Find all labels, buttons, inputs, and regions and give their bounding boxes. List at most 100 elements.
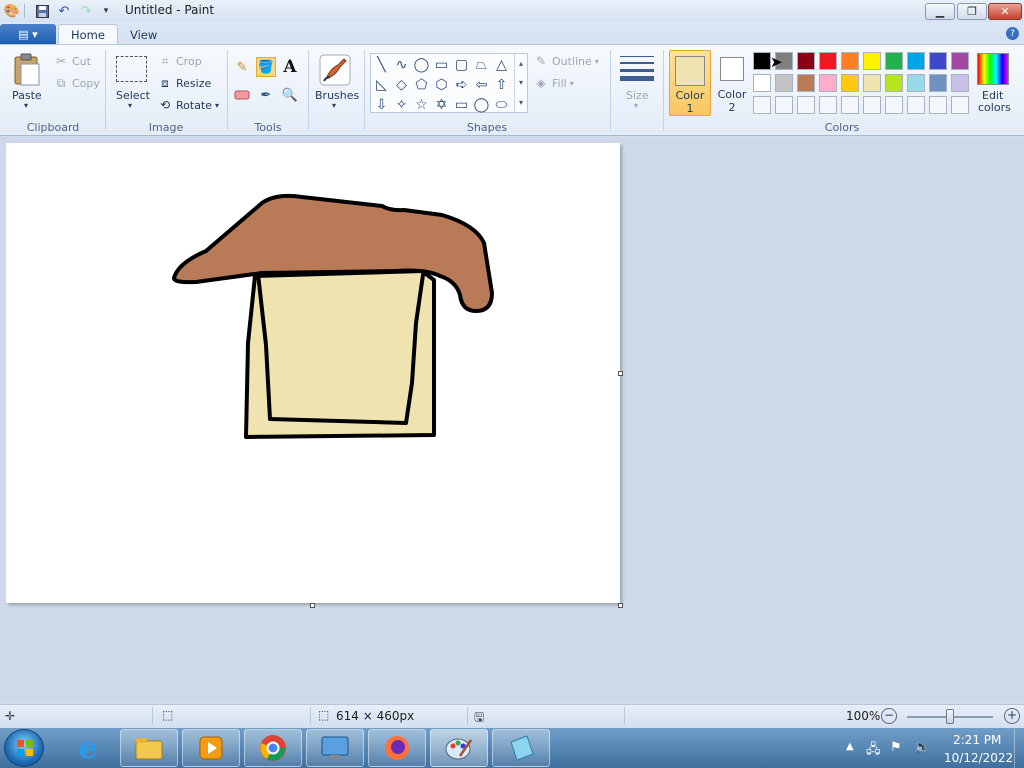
- color-swatch[interactable]: [819, 96, 837, 114]
- size-icon[interactable]: [620, 54, 654, 84]
- shape-option[interactable]: ▭: [433, 56, 450, 73]
- tab-home[interactable]: Home: [58, 24, 118, 45]
- color1-button[interactable]: Color 1: [669, 50, 711, 116]
- taskbar-media-player[interactable]: [182, 729, 240, 767]
- expand-icon[interactable]: ▾: [519, 98, 523, 107]
- close-button[interactable]: ✕: [988, 3, 1022, 20]
- shapes-scroll[interactable]: ▴ ▾ ▾: [514, 54, 527, 112]
- color-swatch[interactable]: [797, 52, 815, 70]
- resize-button[interactable]: ⧈ Resize: [158, 76, 211, 90]
- shape-option[interactable]: ╲: [373, 56, 390, 73]
- taskbar-paint[interactable]: [430, 729, 488, 767]
- zoom-in-button[interactable]: +: [1004, 708, 1020, 724]
- color-swatch[interactable]: [951, 96, 969, 114]
- pencil-icon[interactable]: ✎: [232, 57, 252, 77]
- outline-button[interactable]: ✎ Outline ▾: [534, 54, 599, 68]
- volume-icon[interactable]: 🔈: [914, 740, 930, 755]
- color-swatch[interactable]: [885, 52, 903, 70]
- redo-icon[interactable]: ↷: [78, 3, 94, 19]
- color-swatch[interactable]: [775, 96, 793, 114]
- shape-option[interactable]: ⬠: [413, 76, 430, 93]
- color-swatch[interactable]: [841, 74, 859, 92]
- shape-option[interactable]: ⬡: [433, 76, 450, 93]
- taskbar-chrome[interactable]: [244, 729, 302, 767]
- shape-option[interactable]: ☆: [413, 96, 430, 113]
- save-icon[interactable]: [34, 3, 50, 19]
- color-swatch[interactable]: [885, 74, 903, 92]
- color-swatch[interactable]: [951, 74, 969, 92]
- customize-quick-access-icon[interactable]: ▾: [98, 3, 114, 19]
- taskbar-file-explorer[interactable]: [120, 729, 178, 767]
- network-icon[interactable]: 🖧: [866, 740, 881, 762]
- magnifier-icon[interactable]: 🔍: [280, 85, 300, 105]
- zoom-slider-thumb[interactable]: [946, 709, 954, 724]
- resize-handle-bottom[interactable]: [310, 603, 315, 608]
- drawing-canvas[interactable]: [6, 143, 620, 603]
- internet-explorer-icon[interactable]: e: [64, 730, 112, 766]
- shape-option[interactable]: △: [493, 56, 510, 73]
- color-swatch[interactable]: [863, 74, 881, 92]
- taskbar-firefox[interactable]: [368, 729, 426, 767]
- resize-handle-corner[interactable]: [618, 603, 623, 608]
- clock-time[interactable]: 2:21 PM: [953, 733, 1001, 747]
- color-swatch[interactable]: [929, 96, 947, 114]
- edit-colors-icon[interactable]: [977, 53, 1009, 85]
- color-swatch[interactable]: [929, 74, 947, 92]
- color-swatch[interactable]: [753, 96, 771, 114]
- color-swatch[interactable]: [753, 74, 771, 92]
- shape-option[interactable]: ◯: [413, 56, 430, 73]
- action-center-icon[interactable]: ⚑: [890, 740, 902, 755]
- color-swatch[interactable]: [863, 52, 881, 70]
- color2-button[interactable]: Color 2: [713, 50, 751, 116]
- shape-option[interactable]: ◇: [393, 76, 410, 93]
- shape-option[interactable]: ▢: [453, 56, 470, 73]
- crop-button[interactable]: ⌗ Crop: [158, 54, 202, 68]
- select-icon[interactable]: [116, 56, 147, 82]
- color-swatch[interactable]: [907, 52, 925, 70]
- color-swatch[interactable]: [775, 74, 793, 92]
- color-swatch[interactable]: [841, 52, 859, 70]
- scroll-down-icon[interactable]: ▾: [519, 78, 523, 87]
- select-dropdown-icon[interactable]: ▾: [128, 101, 132, 110]
- color-swatch[interactable]: [819, 52, 837, 70]
- shape-option[interactable]: ⏢: [473, 56, 490, 73]
- eraser-icon[interactable]: [232, 85, 252, 105]
- color-swatch[interactable]: [907, 96, 925, 114]
- shape-option[interactable]: ◯: [473, 96, 490, 113]
- restore-button[interactable]: ❐: [957, 3, 987, 20]
- tab-view[interactable]: View: [118, 24, 169, 45]
- zoom-out-button[interactable]: −: [881, 708, 897, 724]
- fill-button[interactable]: ◈ Fill ▾: [534, 76, 573, 90]
- color-swatch[interactable]: [863, 96, 881, 114]
- rotate-button[interactable]: ⟲ Rotate ▾: [158, 98, 219, 112]
- show-desktop-button[interactable]: [1014, 729, 1024, 768]
- brushes-dropdown-icon[interactable]: ▾: [332, 101, 336, 110]
- help-icon[interactable]: ?: [1006, 27, 1019, 40]
- color-swatch[interactable]: [797, 96, 815, 114]
- minimize-button[interactable]: ▁: [925, 3, 955, 20]
- undo-icon[interactable]: ↶: [56, 3, 72, 19]
- shape-option[interactable]: ⇦: [473, 76, 490, 93]
- shape-option[interactable]: ➪: [453, 76, 470, 93]
- taskbar-notepad[interactable]: [492, 729, 550, 767]
- color-swatch[interactable]: [819, 74, 837, 92]
- brushes-button[interactable]: [318, 53, 352, 87]
- color-swatch[interactable]: [797, 74, 815, 92]
- shape-option[interactable]: ◺: [373, 76, 390, 93]
- resize-handle-right[interactable]: [618, 371, 623, 376]
- color-swatch[interactable]: [907, 74, 925, 92]
- shape-option[interactable]: ▭: [453, 96, 470, 113]
- shape-option[interactable]: ✧: [393, 96, 410, 113]
- shape-option[interactable]: ⇧: [493, 76, 510, 93]
- copy-button[interactable]: ⧉ Copy: [54, 76, 100, 90]
- color-swatch[interactable]: [951, 52, 969, 70]
- color-picker-icon[interactable]: ✒: [256, 85, 276, 105]
- clock-date[interactable]: 10/12/2022: [944, 751, 1013, 765]
- color-swatch[interactable]: [753, 52, 771, 70]
- app-menu-icon[interactable]: 🎨: [4, 3, 20, 19]
- shape-option[interactable]: ⬭: [493, 96, 510, 113]
- cut-button[interactable]: ✂ Cut: [54, 54, 91, 68]
- fill-icon[interactable]: 🪣: [256, 57, 276, 77]
- color-swatch[interactable]: [929, 52, 947, 70]
- shape-option[interactable]: ∿: [393, 56, 410, 73]
